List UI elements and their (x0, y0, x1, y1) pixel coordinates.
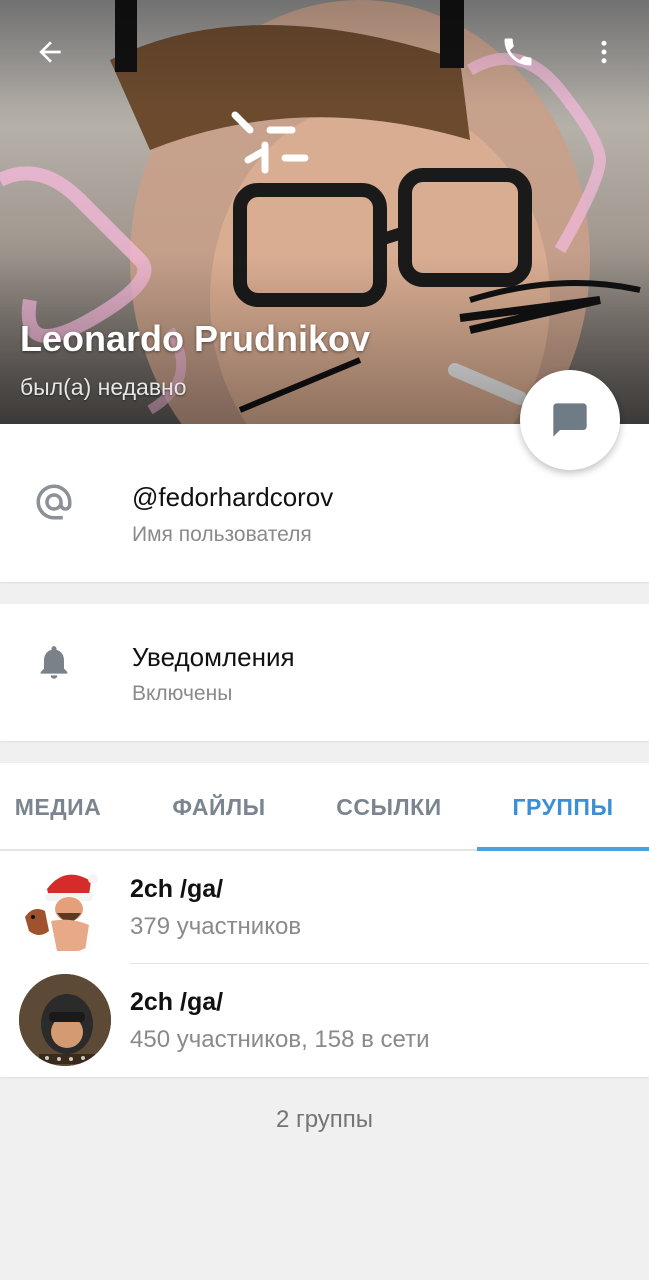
header-gradient (0, 0, 649, 424)
notifications-value: Включены (132, 682, 233, 705)
bell-icon (30, 638, 78, 686)
call-button[interactable] (490, 24, 546, 80)
tab-files[interactable]: ФАЙЛЫ (152, 763, 286, 851)
username-label: Имя пользователя (132, 523, 312, 546)
tab-links[interactable]: ССЫЛКИ (318, 763, 460, 851)
group-name: 2ch /ga/ (130, 875, 224, 903)
profile-name: Leonardo Prudnikov (20, 318, 371, 359)
notifications-title: Уведомления (132, 642, 295, 672)
phone-icon (504, 38, 532, 66)
group-avatar (19, 861, 111, 953)
group-members: 450 участников, 158 в сети (130, 1026, 430, 1053)
arrow-left-icon (39, 41, 61, 63)
notifications-section[interactable]: Уведомления Включены (0, 604, 649, 741)
more-options-button[interactable] (576, 24, 632, 80)
tab-media[interactable]: МЕДИА (0, 763, 116, 851)
send-message-button[interactable] (520, 370, 620, 470)
at-sign-icon (30, 478, 78, 526)
group-list-item[interactable]: 2ch /ga/ 450 участников, 158 в сети (0, 964, 649, 1077)
back-button[interactable] (22, 24, 78, 80)
chat-bubble-icon (553, 403, 587, 437)
more-vertical-icon (601, 40, 607, 64)
group-name: 2ch /ga/ (130, 988, 224, 1016)
group-avatar (19, 974, 111, 1066)
tab-bar: МЕДИА ФАЙЛЫ ССЫЛКИ ГРУППЫ (0, 763, 649, 851)
groups-count-label: 2 группы (275, 1106, 374, 1133)
username-value: @fedorhardcorov (132, 482, 334, 512)
tab-groups[interactable]: ГРУППЫ (477, 763, 649, 851)
shared-content-panel: МЕДИА ФАЙЛЫ ССЫЛКИ ГРУППЫ 2ch /ga/ 379 у… (0, 763, 649, 1077)
profile-status: был(а) недавно (20, 374, 187, 400)
group-list-item[interactable]: 2ch /ga/ 379 участников (0, 851, 649, 964)
group-members: 379 участников (130, 913, 302, 940)
profile-header: Leonardo Prudnikov был(а) недавно (0, 0, 649, 424)
